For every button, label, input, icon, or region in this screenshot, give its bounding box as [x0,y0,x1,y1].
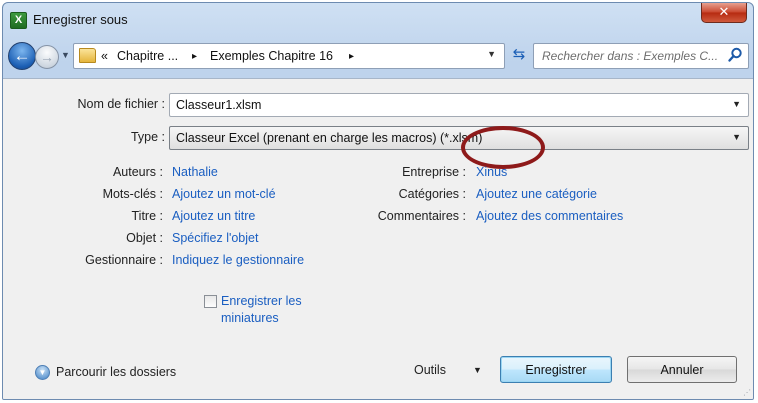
save-as-dialog: X Enregistrer sous ✕ ← → ▼ « Chapitre ..… [2,2,754,400]
company-label: Entreprise : [402,165,466,179]
manager-label: Gestionnaire : [85,253,163,267]
subject-label: Objet : [126,231,163,245]
search-icon[interactable] [726,46,744,64]
breadcrumb-overflow[interactable]: « [101,49,108,63]
folder-icon [79,48,96,63]
address-bar[interactable]: « Chapitre ... ▸ Exemples Chapitre 16 ▸ … [73,43,505,69]
file-name-value: Classeur1.xlsm [176,98,262,112]
save-thumbnails-label-line2: miniatures [221,311,279,325]
refresh-button[interactable]: ⇆ [508,44,530,68]
comments-value[interactable]: Ajoutez des commentaires [476,209,623,223]
categories-label: Catégories : [398,187,466,201]
save-thumbnails-checkbox[interactable] [204,295,217,308]
dialog-title: Enregistrer sous [33,12,128,27]
tools-chevron-down-icon[interactable]: ▼ [473,365,482,375]
title-label: Titre : [131,209,163,223]
file-type-select[interactable]: Classeur Excel (prenant en charge les ma… [169,126,749,150]
breadcrumb-separator[interactable]: ▸ [192,51,197,62]
recent-pages-dropdown[interactable]: ▼ [61,50,70,60]
authors-value[interactable]: Nathalie [172,165,218,179]
cancel-button[interactable]: Annuler [627,356,737,383]
tags-label: Mots-clés : [102,187,163,201]
title-value[interactable]: Ajoutez un titre [172,209,255,223]
browse-folders-icon[interactable]: ▼ [35,365,50,380]
comments-label: Commentaires : [377,209,466,223]
file-type-value: Classeur Excel (prenant en charge les ma… [176,131,483,145]
browse-folders-button[interactable]: Parcourir les dossiers [56,365,176,379]
chevron-down-icon[interactable]: ▼ [732,132,741,142]
title-bar[interactable]: X Enregistrer sous ✕ [3,3,753,33]
subject-value[interactable]: Spécifiez l'objet [172,231,258,245]
company-value[interactable]: Xinus [476,165,507,179]
save-thumbnails-label-line1: Enregistrer les [221,294,302,308]
close-button[interactable]: ✕ [701,3,747,23]
resize-grip-icon[interactable]: ⋰ [743,388,751,397]
search-input[interactable]: Rechercher dans : Exemples C... [533,43,749,69]
search-placeholder: Rechercher dans : Exemples C... [542,49,719,63]
dialog-content: Nom de fichier : Classeur1.xlsm ▼ Type :… [3,78,753,399]
file-name-label: Nom de fichier : [77,97,165,111]
chevron-down-icon[interactable]: ▼ [732,99,741,109]
forward-button[interactable]: → [35,45,59,69]
save-button[interactable]: Enregistrer [500,356,612,383]
tools-button[interactable]: Outils [414,363,446,377]
authors-label: Auteurs : [112,165,163,179]
file-name-field[interactable]: Classeur1.xlsm ▼ [169,93,749,117]
annotation-circle [461,126,545,169]
breadcrumb-separator[interactable]: ▸ [349,51,354,62]
address-dropdown-icon[interactable]: ▼ [487,49,496,59]
categories-value[interactable]: Ajoutez une catégorie [476,187,597,201]
file-type-label: Type : [130,130,165,144]
excel-app-icon: X [10,12,27,29]
save-thumbnails-label[interactable]: Enregistrer les miniatures [221,293,302,327]
manager-value[interactable]: Indiquez le gestionnaire [172,253,304,267]
tags-value[interactable]: Ajoutez un mot-clé [172,187,276,201]
back-button[interactable]: ← [8,42,36,70]
navigation-bar: ← → ▼ « Chapitre ... ▸ Exemples Chapitre… [3,41,753,73]
breadcrumb-chapitre[interactable]: Chapitre ... [117,49,178,63]
breadcrumb-exemples-chapitre-16[interactable]: Exemples Chapitre 16 [210,49,333,63]
